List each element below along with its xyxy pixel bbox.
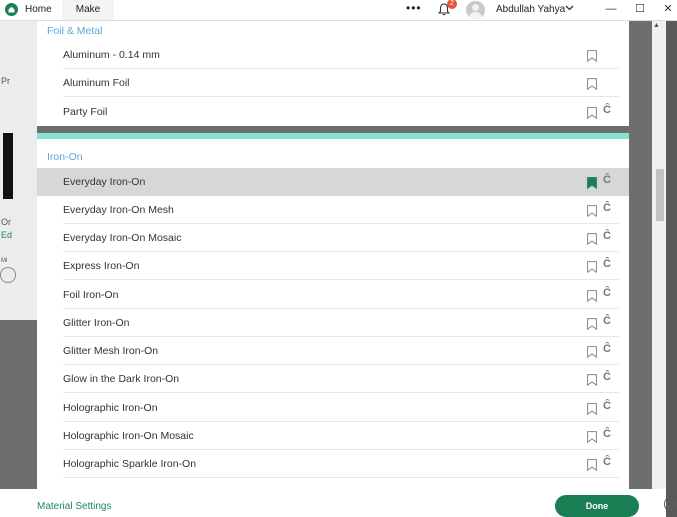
material-name: Glitter Mesh Iron-On xyxy=(63,345,159,357)
material-name: Foil Iron-On xyxy=(63,289,119,301)
bookmark-icon[interactable] xyxy=(587,50,597,62)
background-text: Or xyxy=(1,217,11,227)
background-preview xyxy=(3,133,13,199)
list-item[interactable]: Aluminum Foil xyxy=(37,69,629,97)
material-section-iron-on: Iron-On Everyday Iron-On Ĉ Everyday Iron… xyxy=(37,133,629,499)
notification-badge: 2 xyxy=(447,0,457,9)
cut-blade-icon: Ĉ xyxy=(603,202,611,214)
list-item[interactable]: Holographic Sparkle Iron-On Ĉ xyxy=(37,450,629,478)
scroll-up-arrow-icon[interactable]: ▲ xyxy=(653,22,660,29)
bookmark-icon[interactable] xyxy=(587,107,597,119)
material-name: Glitter Iron-On xyxy=(63,317,130,329)
cut-blade-icon: Ĉ xyxy=(603,400,611,412)
background-radio xyxy=(0,267,16,283)
list-item[interactable]: Holographic Iron-On Mosaic Ĉ xyxy=(37,422,629,450)
material-name: Everyday Iron-On xyxy=(63,176,146,188)
category-title: Foil & Metal xyxy=(47,25,103,37)
bookmark-icon[interactable] xyxy=(587,318,597,330)
dialog-footer: Material Settings Done xyxy=(0,489,666,517)
background-edge xyxy=(666,20,677,517)
cut-blade-icon: Ĉ xyxy=(603,371,611,383)
material-name: Aluminum Foil xyxy=(63,77,130,89)
cut-blade-icon: Ĉ xyxy=(603,258,611,270)
list-item[interactable]: Express Iron-On Ĉ xyxy=(37,252,629,280)
avatar[interactable] xyxy=(466,1,485,19)
category-title: Iron-On xyxy=(47,151,83,163)
background-radio xyxy=(664,496,677,512)
minimize-button[interactable]: — xyxy=(604,2,618,16)
material-name: Holographic Sparkle Iron-On xyxy=(63,458,197,470)
more-options-icon[interactable]: ••• xyxy=(406,1,422,15)
tab-make[interactable]: Make xyxy=(62,0,114,20)
bookmark-icon[interactable] xyxy=(587,233,597,245)
list-item[interactable]: Glitter Mesh Iron-On Ĉ xyxy=(37,337,629,365)
cut-blade-icon: Ĉ xyxy=(603,287,611,299)
scrollbar[interactable] xyxy=(652,20,666,490)
material-name: Aluminum - 0.14 mm xyxy=(63,49,160,61)
app-logo-icon xyxy=(5,3,18,16)
background-text: Pr xyxy=(1,76,10,86)
username[interactable]: Abdullah Yahya xyxy=(496,4,565,15)
list-item[interactable]: Everyday Iron-On Ĉ xyxy=(37,168,629,196)
maximize-button[interactable]: ☐ xyxy=(633,2,647,16)
material-settings-link[interactable]: Material Settings xyxy=(37,501,111,512)
bookmark-icon[interactable] xyxy=(587,261,597,273)
bookmark-icon[interactable] xyxy=(587,403,597,415)
list-item[interactable]: Aluminum - 0.14 mm xyxy=(37,41,629,69)
bookmark-filled-icon[interactable] xyxy=(587,177,597,189)
list-item[interactable]: Everyday Iron-On Mosaic Ĉ xyxy=(37,224,629,252)
cut-blade-icon: Ĉ xyxy=(603,343,611,355)
material-section-foil-metal: Foil & Metal Aluminum - 0.14 mm Aluminum… xyxy=(37,20,629,126)
cut-blade-icon: Ĉ xyxy=(603,315,611,327)
material-name: Holographic Iron-On xyxy=(63,402,158,414)
background-text: Mi xyxy=(1,258,8,264)
list-item[interactable]: Foil Iron-On Ĉ xyxy=(37,281,629,309)
list-item[interactable]: Glow in the Dark Iron-On Ĉ xyxy=(37,365,629,393)
title-bar: Home Make ••• 2 Abdullah Yahya — ☐ ✕ xyxy=(0,0,677,21)
cut-blade-icon: Ĉ xyxy=(603,230,611,242)
bookmark-icon[interactable] xyxy=(587,346,597,358)
bookmark-icon[interactable] xyxy=(587,459,597,471)
cut-blade-icon: Ĉ xyxy=(603,456,611,468)
scrollbar-thumb[interactable] xyxy=(656,169,664,221)
material-name: Holographic Iron-On Mosaic xyxy=(63,430,194,442)
close-button[interactable]: ✕ xyxy=(661,2,675,16)
list-item[interactable]: Glitter Iron-On Ĉ xyxy=(37,309,629,337)
bookmark-icon[interactable] xyxy=(587,78,597,90)
bookmark-icon[interactable] xyxy=(587,290,597,302)
background-text: Ed xyxy=(1,230,13,240)
bookmark-icon[interactable] xyxy=(587,205,597,217)
material-name: Party Foil xyxy=(63,106,108,118)
cut-blade-icon: Ĉ xyxy=(603,104,611,116)
done-button[interactable]: Done xyxy=(555,495,639,517)
material-name: Express Iron-On xyxy=(63,260,140,272)
bookmark-icon[interactable] xyxy=(587,431,597,443)
chevron-down-icon[interactable] xyxy=(565,4,574,12)
cut-blade-icon: Ĉ xyxy=(603,174,611,186)
list-item[interactable]: Holographic Iron-On Ĉ xyxy=(37,394,629,422)
list-item[interactable]: Everyday Iron-On Mesh Ĉ xyxy=(37,196,629,224)
list-item[interactable]: Party Foil Ĉ xyxy=(37,98,629,126)
material-name: Glow in the Dark Iron-On xyxy=(63,373,180,385)
cut-blade-icon: Ĉ xyxy=(603,428,611,440)
tab-home[interactable]: Home xyxy=(25,4,52,15)
material-name: Everyday Iron-On Mosaic xyxy=(63,232,182,244)
bookmark-icon[interactable] xyxy=(587,374,597,386)
material-name: Everyday Iron-On Mesh xyxy=(63,204,174,216)
